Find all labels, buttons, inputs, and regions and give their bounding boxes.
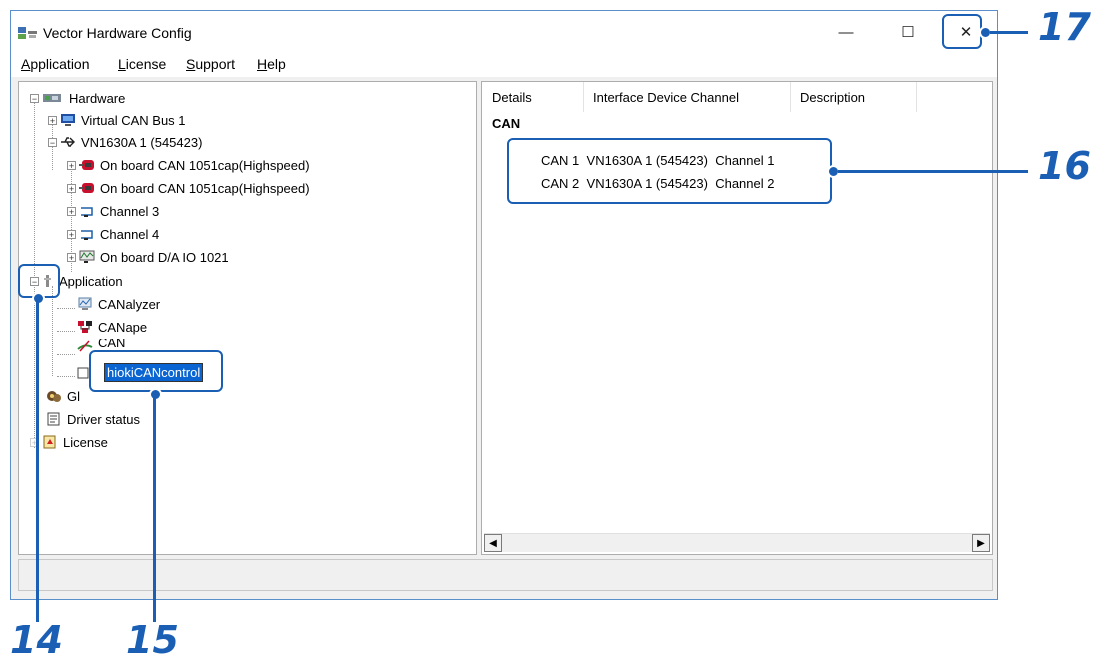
tree-label-onboard-da: On board D/A IO 1021 (100, 249, 229, 265)
menu-help[interactable]: Help (257, 56, 286, 72)
blank-app-icon (77, 367, 89, 379)
expand-icon[interactable]: + (67, 229, 76, 239)
main-window: Vector Hardware Config — ☐ ✕ Application… (10, 10, 998, 600)
group-label-can: CAN (492, 116, 521, 131)
column-header-description[interactable]: Description (800, 90, 865, 105)
callout-leader-14 (36, 302, 39, 622)
window-title: Vector Hardware Config (43, 25, 192, 41)
expand-icon[interactable]: + (48, 115, 57, 125)
minimize-button[interactable]: — (823, 18, 869, 48)
tree-view[interactable]: − Hardware + Virtual CAN Bus 1 − VN1630A… (18, 81, 477, 555)
callout-number-16: 16 (1038, 144, 1091, 188)
tree-label-onboard-can-2: On board CAN 1051cap(Highspeed) (100, 180, 310, 196)
channel-connector-icon (81, 230, 93, 240)
tree-item-onboard-can-2[interactable]: + On board CAN 1051cap(Highspeed) (67, 177, 310, 199)
hardware-config-icon (18, 27, 37, 39)
callout-box-17 (942, 14, 982, 49)
tree-label-canape: CANape (98, 319, 148, 335)
global-settings-icon (47, 391, 61, 402)
column-separator[interactable] (583, 82, 584, 112)
status-bar (18, 559, 993, 591)
monitor-icon (61, 114, 75, 126)
callout-box-15 (89, 350, 223, 392)
tree-label-hardware: Hardware (69, 90, 126, 106)
usb-icon (61, 137, 75, 147)
tree-label-channel3: Channel 3 (100, 203, 160, 219)
callout-leader-15 (153, 398, 156, 622)
tree-label-license: License (63, 434, 108, 450)
tree-label-global-settings: Gl (67, 388, 80, 404)
tree-item-virtual-can-bus[interactable]: + Virtual CAN Bus 1 (48, 109, 186, 131)
menu-support[interactable]: Support (186, 56, 235, 72)
column-header-details[interactable]: Details (492, 90, 532, 105)
menu-application[interactable]: Application (21, 56, 90, 72)
callout-leader-17 (990, 31, 1028, 34)
scroll-left-arrow-icon[interactable]: ◀ (484, 534, 502, 552)
callout-number-17: 17 (1038, 5, 1091, 49)
callout-number-15: 15 (126, 618, 179, 662)
da-io-icon (79, 250, 95, 263)
callout-number-14: 14 (10, 618, 63, 662)
tree-label-canalyzer: CANalyzer (98, 296, 161, 312)
tree-item-canape[interactable]: CANape (77, 316, 147, 338)
menu-license[interactable]: License (118, 56, 166, 72)
canape-icon (78, 321, 92, 333)
tree-label-driver-status: Driver status (67, 411, 140, 427)
tree-item-channel4[interactable]: + Channel 4 (67, 223, 159, 245)
maximize-button[interactable]: ☐ (885, 18, 931, 48)
tree-item-canalyzer[interactable]: CANalyzer (77, 293, 160, 315)
tree-label-channel4: Channel 4 (100, 226, 160, 242)
column-header-interface[interactable]: Interface Device Channel (593, 90, 739, 105)
tree-label-vn1630a: VN1630A 1 (545423) (81, 134, 203, 150)
expand-icon[interactable]: + (67, 252, 76, 262)
red-can-port-icon (79, 160, 94, 170)
expand-icon[interactable]: + (67, 183, 76, 193)
tree-label-onboard-can-1: On board CAN 1051cap(Highspeed) (100, 157, 310, 173)
tree-label-canoe: CAN (98, 339, 126, 350)
tree-item-onboard-can-1[interactable]: + On board CAN 1051cap(Highspeed) (67, 154, 310, 176)
tree-item-channel3[interactable]: + Channel 3 (67, 200, 159, 222)
menu-bar: Application License Support Help (11, 53, 997, 77)
expand-icon[interactable]: + (67, 206, 76, 216)
hardware-icon (43, 94, 61, 102)
title-bar: Vector Hardware Config — ☐ ✕ (11, 11, 997, 53)
tree-item-vn1630a[interactable]: − VN1630A 1 (545423) (48, 131, 202, 153)
tree-item-global-settings[interactable]: Gl (46, 385, 80, 407)
channel-connector-icon (81, 207, 93, 217)
red-can-port-icon (79, 183, 94, 193)
column-separator[interactable] (916, 82, 917, 112)
canalyzer-icon (78, 297, 92, 310)
expand-icon[interactable]: + (67, 160, 76, 170)
tree-item-hardware[interactable]: − Hardware (30, 87, 125, 109)
collapse-icon[interactable]: − (48, 137, 57, 147)
tree-item-license[interactable]: + License (30, 431, 108, 453)
tree-item-onboard-da[interactable]: + On board D/A IO 1021 (67, 246, 229, 268)
driver-status-icon (47, 412, 60, 426)
callout-leader-16 (838, 170, 1028, 173)
tree-item-driver-status[interactable]: Driver status (46, 408, 140, 430)
license-icon (43, 435, 56, 449)
scroll-right-arrow-icon[interactable]: ▶ (972, 534, 990, 552)
collapse-icon[interactable]: − (30, 93, 39, 103)
callout-box-16 (507, 138, 832, 204)
tree-label-virtual-can-bus: Virtual CAN Bus 1 (81, 112, 186, 128)
tree-label-application: Application (59, 273, 123, 289)
column-separator[interactable] (790, 82, 791, 112)
horizontal-scrollbar[interactable]: ◀ ▶ (484, 533, 990, 552)
